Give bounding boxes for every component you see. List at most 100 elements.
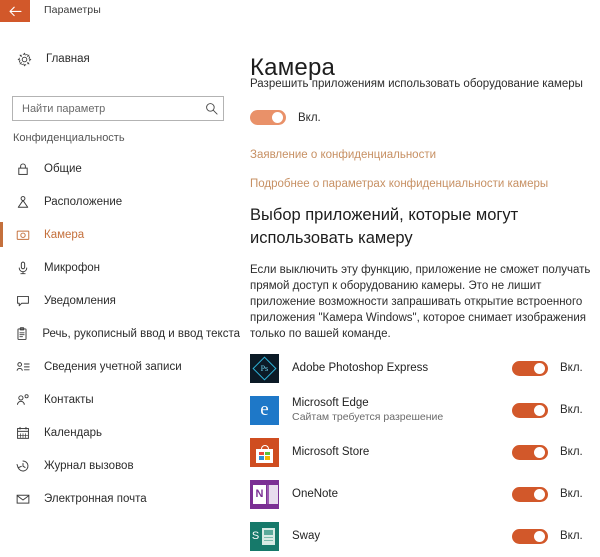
calendar-icon xyxy=(8,426,38,440)
list-item: e Microsoft Edge Сайтам требуется разреш… xyxy=(250,389,600,431)
privacy-statement-link[interactable]: Заявление о конфиденциальности xyxy=(250,149,436,161)
toggle-knob xyxy=(534,530,545,542)
active-accent-bar xyxy=(0,420,3,445)
app-name: Microsoft Edge xyxy=(292,397,369,409)
app-toggle[interactable] xyxy=(512,486,548,502)
contacts-icon xyxy=(8,393,38,407)
app-toggle-state: Вкл. xyxy=(560,530,583,542)
sidebar-item-email[interactable]: Электронная почта xyxy=(0,482,240,515)
list-item: S Sway Вкл. xyxy=(250,515,600,557)
sidebar-item-home-label: Главная xyxy=(46,53,90,65)
active-accent-bar xyxy=(0,189,3,214)
window-title: Параметры xyxy=(44,4,101,16)
list-item: Ps Adobe Photoshop Express Вкл. xyxy=(250,347,600,389)
sidebar-item-label: Камера xyxy=(44,228,85,241)
sidebar-nav: Общие Расположение Камера Микрофон Уведо… xyxy=(0,152,240,515)
sidebar-item-label: Микрофон xyxy=(44,261,101,274)
app-text: OneNote xyxy=(292,487,512,501)
app-toggle-state: Вкл. xyxy=(560,404,583,416)
onenote-icon: N xyxy=(250,479,279,509)
title-bar: Параметры xyxy=(0,0,600,22)
app-toggle-wrap: Вкл. xyxy=(512,486,600,502)
gear-icon xyxy=(8,52,40,67)
camera-icon xyxy=(8,228,38,242)
app-toggle[interactable] xyxy=(512,444,548,460)
microphone-icon xyxy=(8,261,38,275)
microsoft-edge-icon: e xyxy=(250,395,279,425)
sidebar-item-speech[interactable]: Речь, рукописный ввод и ввод текста xyxy=(0,317,240,350)
active-accent-bar xyxy=(0,255,3,280)
app-name: Microsoft Store xyxy=(292,446,370,458)
app-toggle-state: Вкл. xyxy=(560,362,583,374)
sway-icon: S xyxy=(250,521,279,551)
sidebar-item-camera[interactable]: Камера xyxy=(0,218,240,251)
active-accent-bar xyxy=(0,156,3,181)
search-box[interactable] xyxy=(12,96,224,121)
sidebar-item-label: Электронная почта xyxy=(44,492,147,505)
toggle-knob xyxy=(272,112,283,123)
call-history-icon xyxy=(8,459,38,473)
master-setting-description: Разрешить приложениям использовать обору… xyxy=(250,78,583,90)
active-accent-bar xyxy=(0,387,3,412)
active-accent-bar xyxy=(0,288,3,313)
app-toggle[interactable] xyxy=(512,402,548,418)
app-toggle-wrap: Вкл. xyxy=(512,444,600,460)
mail-icon xyxy=(8,492,38,506)
app-toggle-wrap: Вкл. xyxy=(512,360,600,376)
section-title: Выбор приложений, которые могут использо… xyxy=(250,206,519,247)
account-info-icon xyxy=(8,360,38,374)
sidebar-item-account-info[interactable]: Сведения учетной записи xyxy=(0,350,240,383)
app-name: OneNote xyxy=(292,488,339,500)
sidebar-item-location[interactable]: Расположение xyxy=(0,185,240,218)
sidebar-item-contacts[interactable]: Контакты xyxy=(0,383,240,416)
app-text: Microsoft Edge Сайтам требуется разрешен… xyxy=(292,396,512,424)
app-toggle[interactable] xyxy=(512,528,548,544)
camera-access-toggle[interactable] xyxy=(250,110,286,125)
sidebar-section-header: Конфиденциальность xyxy=(13,132,125,144)
app-permission-list: Ps Adobe Photoshop Express Вкл. e Micros… xyxy=(250,347,600,557)
sidebar-item-label: Уведомления xyxy=(44,294,116,307)
app-text: Adobe Photoshop Express xyxy=(292,361,512,375)
back-arrow-icon xyxy=(8,6,22,17)
sidebar-item-microphone[interactable]: Микрофон xyxy=(0,251,240,284)
app-text: Sway xyxy=(292,529,512,543)
toggle-knob xyxy=(534,488,545,500)
sidebar-item-label: Контакты xyxy=(44,393,94,406)
toggle-knob xyxy=(534,362,545,374)
sidebar: Главная Конфиденциальность Общие xyxy=(0,22,240,534)
active-accent-bar xyxy=(0,486,3,511)
search-input[interactable] xyxy=(13,102,199,115)
list-item: Microsoft Store Вкл. xyxy=(250,431,600,473)
sidebar-item-label: Сведения учетной записи xyxy=(44,360,182,373)
app-name: Sway xyxy=(292,530,321,542)
sidebar-item-notifications[interactable]: Уведомления xyxy=(0,284,240,317)
active-accent-bar xyxy=(0,453,3,478)
clipboard-pen-icon xyxy=(8,326,36,341)
notification-icon xyxy=(8,294,38,308)
master-toggle-row: Вкл. xyxy=(250,110,321,125)
search-icon[interactable] xyxy=(199,102,223,115)
active-accent-bar xyxy=(0,354,3,379)
app-toggle-wrap: Вкл. xyxy=(512,528,600,544)
microsoft-store-icon xyxy=(250,437,279,467)
sidebar-item-home[interactable]: Главная xyxy=(0,44,240,74)
section-description: Если выключить эту функцию, приложение н… xyxy=(250,264,591,340)
sidebar-item-label: Журнал вызовов xyxy=(44,459,134,472)
active-accent-bar xyxy=(0,321,3,346)
sidebar-item-label: Речь, рукописный ввод и ввод текста xyxy=(42,327,240,340)
list-item: N OneNote Вкл. xyxy=(250,473,600,515)
main-content: Камера Разрешить приложениям использоват… xyxy=(240,22,600,551)
toggle-knob xyxy=(534,404,545,416)
back-button[interactable] xyxy=(0,0,30,22)
sidebar-item-label: Общие xyxy=(44,162,82,175)
app-toggle[interactable] xyxy=(512,360,548,376)
sidebar-item-general[interactable]: Общие xyxy=(0,152,240,185)
sidebar-item-call-history[interactable]: Журнал вызовов xyxy=(0,449,240,482)
camera-privacy-settings-link[interactable]: Подробнее о параметрах конфиденциальност… xyxy=(250,178,548,190)
app-toggle-wrap: Вкл. xyxy=(512,402,600,418)
sidebar-item-calendar[interactable]: Календарь xyxy=(0,416,240,449)
photoshop-express-icon: Ps xyxy=(250,353,279,383)
lock-icon xyxy=(8,162,38,176)
sidebar-item-label: Календарь xyxy=(44,426,103,439)
active-accent-bar xyxy=(0,222,3,247)
